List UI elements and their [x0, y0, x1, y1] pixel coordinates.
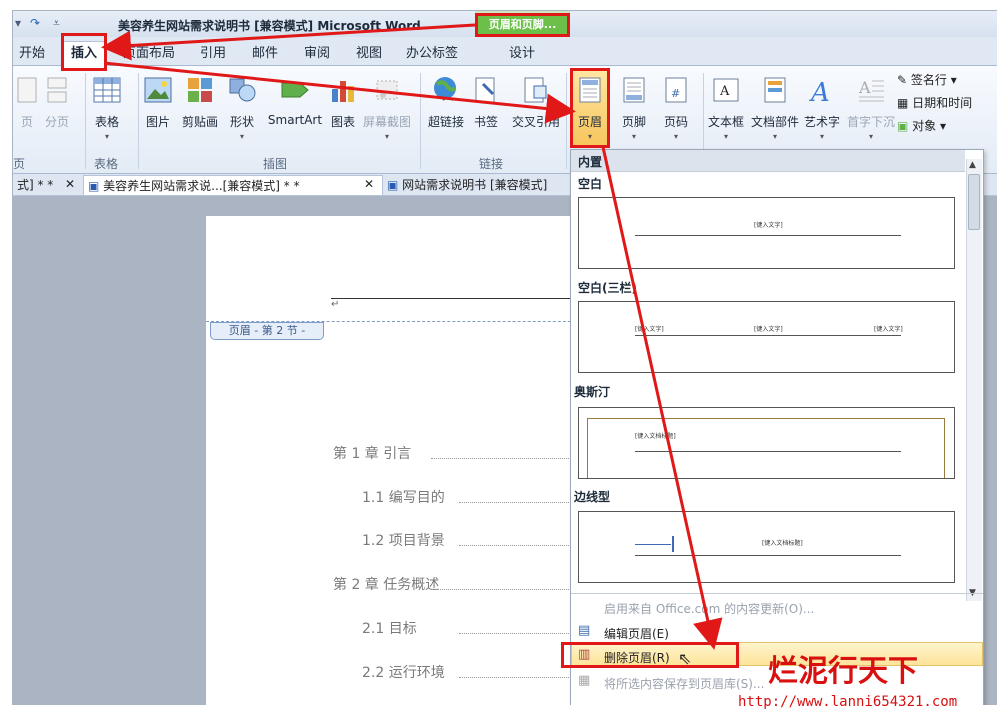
watermark-url: http://www.lanni654321.com [738, 694, 958, 710]
annotation-arrows [101, 23, 723, 650]
insert-tab-highlight [61, 33, 107, 71]
watermark-brand: 烂泥行天下 [768, 654, 918, 689]
word-window: ▾ ↷ ⩡ 美容养生网站需求说明书 [兼容模式] Microsoft Word … [12, 10, 997, 705]
